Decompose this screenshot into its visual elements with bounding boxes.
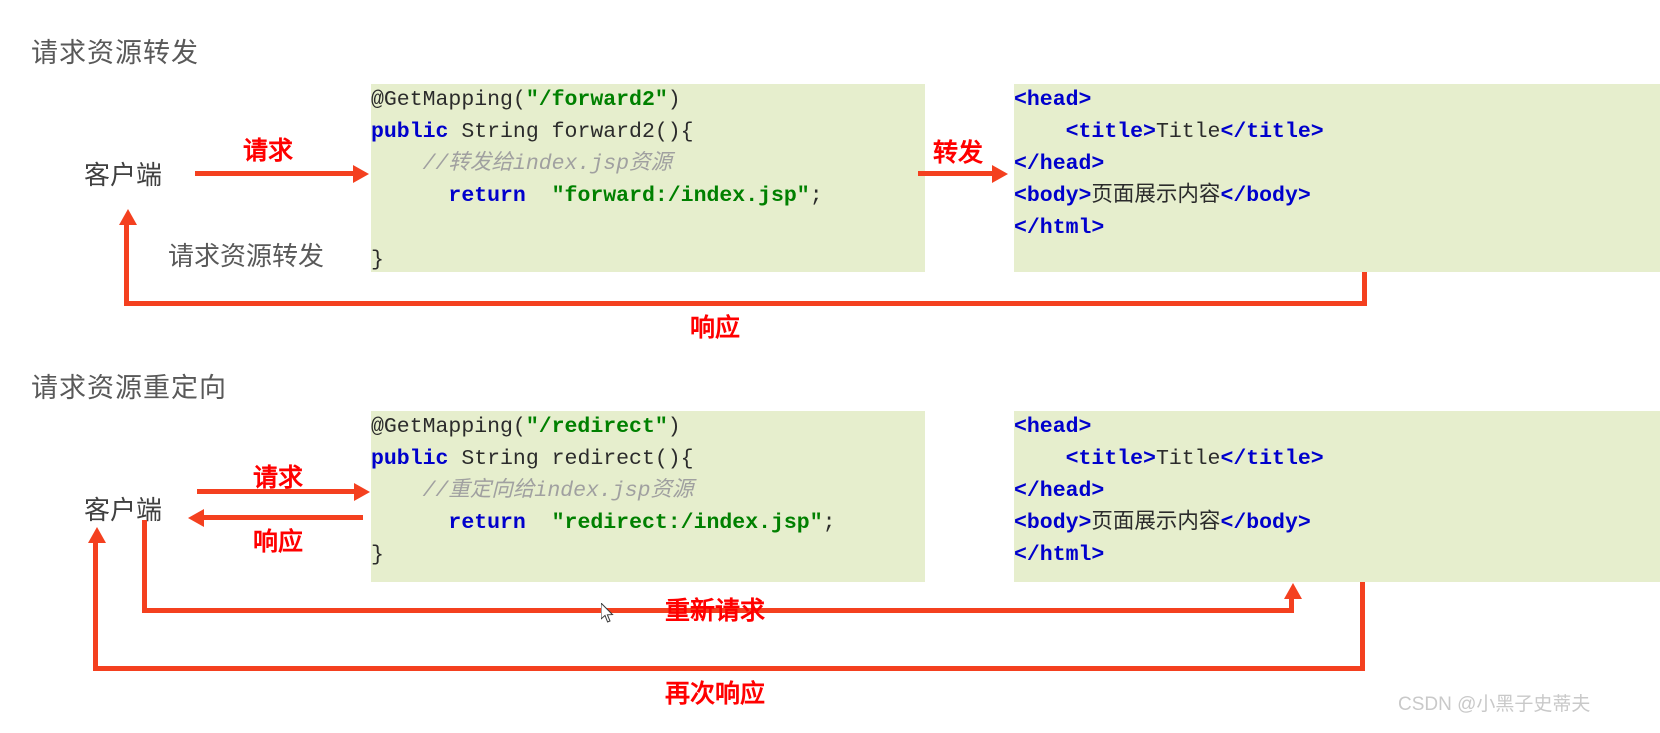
section-heading-forward: 请求资源转发 [31,38,199,68]
re-request-riser-redirect [142,520,147,613]
response-arrow-line-redirect [203,515,363,520]
return-arrow-riser-forward [124,222,129,306]
edge-label-return-path-forward: 请求资源转发 [168,241,325,271]
response-arrow-head-redirect [188,509,204,527]
edge-label-request-redirect: 请求 [253,464,304,492]
code-panel-forward-text: @GetMapping("/forward2") public String f… [371,88,823,272]
section-heading-redirect: 请求资源重定向 [31,373,227,403]
html-panel-redirect-text: <head> <title>Title</title> </head> <bod… [1014,415,1324,567]
second-response-base [93,666,1365,671]
mouse-cursor-icon [601,603,614,623]
request-arrow-head-forward [353,165,369,183]
html-panel-redirect: <head> <title>Title</title> </head> <bod… [1014,411,1660,582]
edge-label-re-request: 重新请求 [665,597,766,625]
forward-arrow-line [918,171,992,176]
client-node-redirect: 客户端 [84,495,163,525]
second-response-riser [93,540,98,670]
csdn-watermark: CSDN @小黑子史蒂夫 [1398,694,1591,715]
code-panel-forward: @GetMapping("/forward2") public String f… [371,84,925,272]
forward-arrow-head [992,165,1008,183]
re-request-arrow-head-redirect [1284,583,1302,599]
edge-label-response-redirect: 响应 [253,528,304,556]
edge-label-request-forward: 请求 [243,137,294,165]
re-request-drop-redirect [1289,598,1294,610]
code-panel-redirect: @GetMapping("/redirect") public String r… [371,411,925,582]
request-arrow-head-redirect [354,483,370,501]
second-response-drop [1360,582,1365,671]
request-arrow-line-forward [195,171,353,176]
return-arrow-drop-forward [1362,272,1367,306]
html-panel-forward: <head> <title>Title</title> </head> <bod… [1014,84,1660,272]
code-panel-redirect-text: @GetMapping("/redirect") public String r… [371,415,836,567]
return-arrow-base-forward [124,301,1367,306]
diagram-canvas: 请求资源转发 客户端 请求 @GetMapping("/forward2") p… [0,0,1660,733]
edge-label-forward: 转发 [933,139,984,167]
edge-label-response-forward: 响应 [690,314,741,342]
client-node-forward: 客户端 [84,160,163,190]
edge-label-second-response: 再次响应 [665,680,766,708]
html-panel-forward-text: <head> <title>Title</title> </head> <bod… [1014,88,1324,240]
